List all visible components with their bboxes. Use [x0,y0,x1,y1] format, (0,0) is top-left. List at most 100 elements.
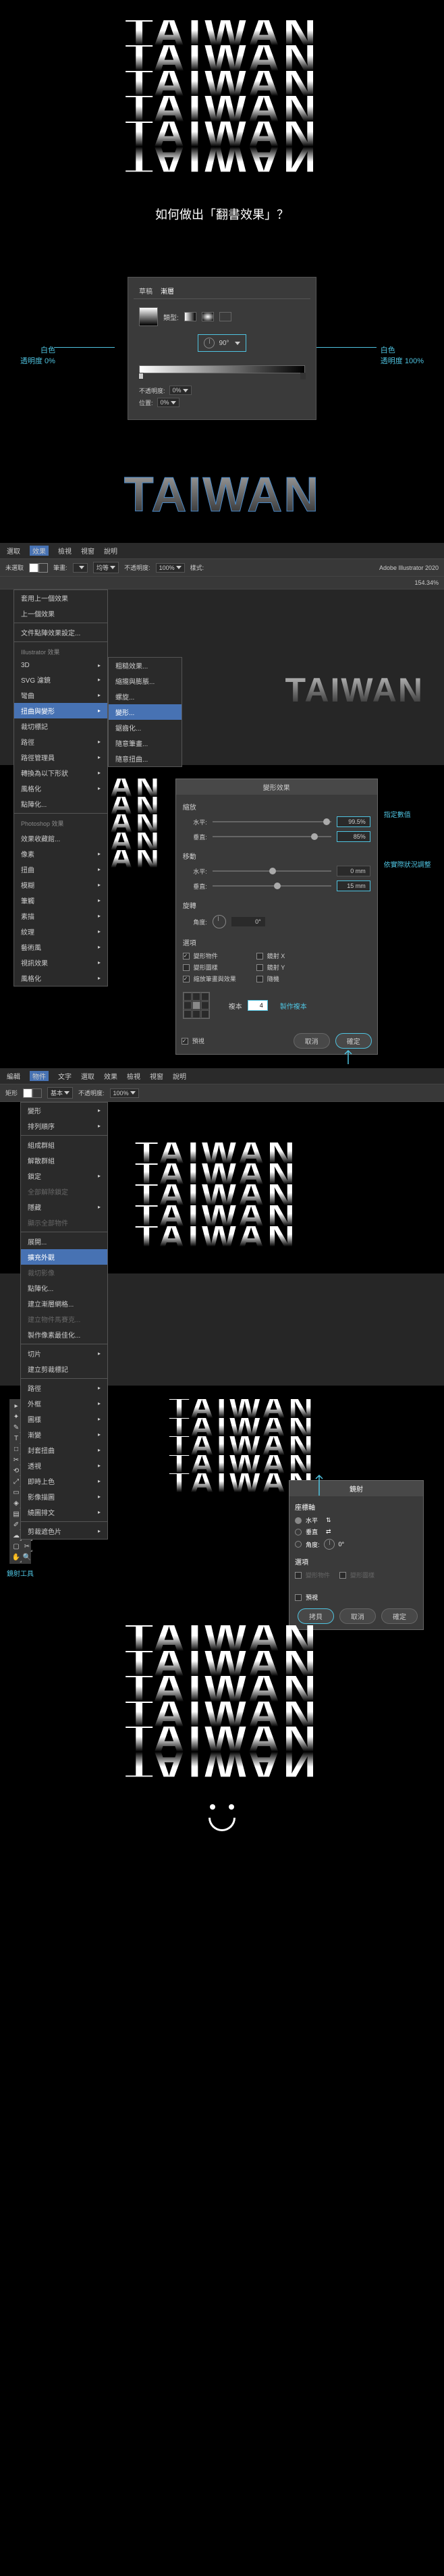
menu-ps-distort[interactable]: 扭曲▸ [14,862,107,877]
menu-warp[interactable]: 彎曲▸ [14,687,107,703]
obj-unlock[interactable]: 全部解除鎖定 [21,1184,107,1199]
obj-path[interactable]: 路徑▸ [21,1380,107,1396]
submenu-transform[interactable]: 變形... [109,704,182,720]
obj-mosaic[interactable]: 建立物件馬賽克... [21,1311,107,1327]
scale-h-value[interactable]: 99.5% [337,816,370,827]
menu-convert-shape[interactable]: 轉換為以下形狀▸ [14,765,107,781]
scale-v-value[interactable]: 85% [337,831,370,842]
obj-arrange[interactable]: 排列順序▸ [21,1118,107,1134]
obj-rasterize[interactable]: 點陣化... [21,1280,107,1296]
gradient-type-linear[interactable] [184,312,196,321]
menu-ps-gallery[interactable]: 效果收藏館... [14,831,107,846]
obj-transform[interactable]: 變形▸ [21,1103,107,1118]
radio-horizontal[interactable] [295,1517,302,1524]
menu-pathfinder[interactable]: 路徑管理員▸ [14,750,107,765]
menu-svg[interactable]: SVG 濾鏡▸ [14,672,107,687]
obj-show[interactable]: 顯示全部物件 [21,1215,107,1230]
menu2-type[interactable]: 文字 [58,1071,72,1081]
menu2-view[interactable]: 檢視 [127,1071,140,1081]
menu-crop[interactable]: 裁切標記 [14,718,107,734]
gradient-type-radial[interactable] [202,312,214,321]
menu-3d[interactable]: 3D▸ [14,659,107,672]
menu-distort-transform[interactable]: 扭曲與變形▸ [14,703,107,718]
opacity-dropdown-2[interactable]: 100% [110,1088,139,1098]
obj-trace[interactable]: 影像描圖▸ [21,1489,107,1504]
obj-perspective[interactable]: 透視▸ [21,1458,107,1473]
menu-window[interactable]: 視窗 [81,546,94,556]
obj-group[interactable]: 組成群組 [21,1137,107,1153]
tab-draft[interactable]: 草稿 [139,286,152,296]
obj-ungroup[interactable]: 解散群組 [21,1153,107,1168]
submenu-free[interactable]: 隨意扭曲... [109,751,182,766]
scale-h-slider[interactable] [213,821,331,822]
obj-clipping[interactable]: 剪裁遮色片▸ [21,1523,107,1539]
submenu-roughen[interactable]: 粗糙效果... [109,658,182,673]
anchor-reference-grid[interactable] [183,992,210,1019]
artboard-tool[interactable]: ▢ [11,1541,22,1552]
fill-stroke-swatches[interactable] [29,563,48,573]
obj-flatten[interactable]: 製作像素最佳化... [21,1327,107,1342]
cb-mirror-x[interactable] [256,953,263,960]
cancel-button[interactable]: 取消 [294,1033,330,1049]
menu-ps-blur[interactable]: 模糊▸ [14,877,107,893]
move-v-value[interactable]: 15 mm [337,880,370,891]
menu-apply-last[interactable]: 套用上一個效果 [14,590,107,606]
submenu-pucker[interactable]: 縮攏與膨脹... [109,673,182,689]
obj-expand[interactable]: 展開... [21,1234,107,1249]
slice-tool[interactable]: ✂ [22,1541,32,1552]
menu2-select[interactable]: 選取 [81,1071,94,1081]
reflect-angle-dial[interactable] [324,1539,335,1550]
menu-ps-style[interactable]: 風格化▸ [14,970,107,986]
obj-crop[interactable]: 裁切影像 [21,1265,107,1280]
menu-help[interactable]: 說明 [104,546,117,556]
cb-mirror-y[interactable] [256,964,263,971]
submenu-twist[interactable]: 螺旋... [109,689,182,704]
menu2-object[interactable]: 物件 [30,1071,49,1081]
gradient-slider[interactable] [139,365,305,373]
menu2-edit[interactable]: 編輯 [7,1071,20,1081]
submenu-tweak[interactable]: 隨意筆畫... [109,735,182,751]
cb-preview[interactable] [182,1038,188,1045]
menu-stylize[interactable]: 風格化▸ [14,781,107,796]
tab-gradient[interactable]: 漸層 [161,286,174,296]
move-h-value[interactable]: 0 mm [337,866,370,876]
obj-textwrap[interactable]: 繞圖排文▸ [21,1504,107,1520]
menu2-window[interactable]: 視窗 [150,1071,163,1081]
menu-doc-raster[interactable]: 文件點陣效果設定... [14,625,107,640]
cb-transform-obj[interactable] [183,953,190,960]
zoom-tool[interactable]: 🔍 [22,1552,32,1562]
obj-pattern[interactable]: 圖樣▸ [21,1411,107,1427]
menu-ps-artistic[interactable]: 藝術風▸ [14,939,107,955]
menu2-effects[interactable]: 效果 [104,1071,117,1081]
menu2-help[interactable]: 說明 [173,1071,186,1081]
menu-effects[interactable]: 效果 [30,546,49,556]
angle-dial-icon[interactable] [204,338,215,348]
menu-ps-pixel[interactable]: 像素▸ [14,846,107,862]
menu-ps-video[interactable]: 視訊效果▸ [14,955,107,970]
gradient-preview-swatch[interactable] [139,307,158,326]
obj-slice[interactable]: 切片▸ [21,1346,107,1361]
cb-reflect-pattern[interactable] [339,1572,346,1579]
move-v-slider[interactable] [213,885,331,887]
cb-random[interactable] [256,976,263,982]
gradient-stop-left[interactable] [138,373,144,379]
gradient-stop-right[interactable] [300,373,306,379]
opacity-dropdown-tb[interactable]: 100% [156,563,185,573]
ok-button[interactable]: 確定 [335,1033,372,1049]
menu-ps-brush[interactable]: 筆觸▸ [14,893,107,908]
cb-reflect-obj[interactable] [295,1572,302,1579]
position-dropdown[interactable]: 0% [157,398,179,407]
rotate-angle-dial[interactable] [213,915,226,928]
move-h-slider[interactable] [213,870,331,872]
menu-select[interactable]: 選取 [7,546,20,556]
obj-shape[interactable]: 外框▸ [21,1396,107,1411]
obj-envelope[interactable]: 封套扭曲▸ [21,1442,107,1458]
scale-v-slider[interactable] [213,836,331,837]
radio-angle[interactable] [295,1541,302,1548]
obj-trim[interactable]: 建立剪裁標記 [21,1361,107,1377]
menu-last-effect[interactable]: 上一個效果 [14,606,107,621]
copies-value[interactable]: 4 [248,1000,268,1011]
uniform-dropdown[interactable]: 均等 [93,562,119,573]
rotate-angle-value[interactable]: 0° [231,917,265,926]
gradient-type-freeform[interactable] [219,312,231,321]
